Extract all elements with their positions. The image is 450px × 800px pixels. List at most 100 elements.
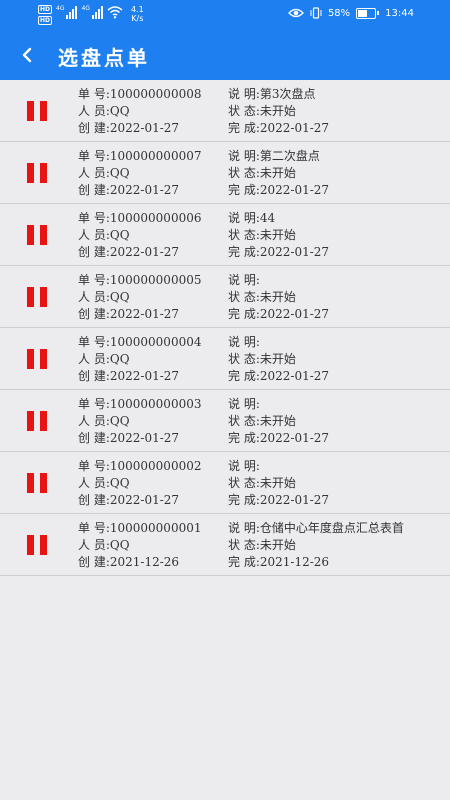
order-completed-value: 2022-01-27 bbox=[259, 431, 330, 445]
order-status-value: 未开始 bbox=[259, 352, 296, 366]
order-created: 创 建:2022-01-27 bbox=[78, 307, 179, 322]
battery-icon bbox=[356, 7, 380, 19]
order-completed: 完 成:2022-01-27 bbox=[228, 183, 329, 198]
order-person: 人 员:QQ bbox=[78, 538, 130, 553]
order-person-label: 人 员: bbox=[78, 352, 110, 366]
order-created-value: 2021-12-26 bbox=[109, 555, 180, 569]
order-status-value: 未开始 bbox=[259, 290, 296, 304]
order-status-label: 状 态: bbox=[228, 290, 260, 304]
order-completed-value: 2021-12-26 bbox=[259, 555, 330, 569]
chevron-left-icon[interactable] bbox=[16, 43, 40, 67]
order-person: 人 员:QQ bbox=[78, 166, 130, 181]
order-created: 创 建:2022-01-27 bbox=[78, 121, 179, 136]
order-status-label: 状 态: bbox=[228, 352, 260, 366]
order-number: 单 号:100000000003 bbox=[78, 397, 201, 412]
order-completed: 完 成:2022-01-27 bbox=[228, 493, 329, 508]
order-status-label: 状 态: bbox=[228, 104, 260, 118]
order-status-value: 未开始 bbox=[259, 104, 296, 118]
order-completed-value: 2022-01-27 bbox=[259, 307, 330, 321]
order-status-value: 未开始 bbox=[259, 538, 296, 552]
order-completed-label: 完 成: bbox=[228, 369, 260, 383]
order-completed-value: 2022-01-27 bbox=[259, 245, 330, 259]
order-person-label: 人 员: bbox=[78, 538, 110, 552]
order-completed-label: 完 成: bbox=[228, 431, 260, 445]
order-status-label: 状 态: bbox=[228, 228, 260, 242]
network-speed: 4.1 K/s bbox=[131, 5, 144, 23]
order-completed-value: 2022-01-27 bbox=[259, 121, 330, 135]
order-description-label: 说 明: bbox=[228, 521, 260, 535]
order-number-value: 100000000006 bbox=[109, 211, 202, 225]
order-created-label: 创 建: bbox=[78, 183, 110, 197]
order-description-label: 说 明: bbox=[228, 335, 260, 349]
order-row[interactable]: 单 号:100000000006 人 员:QQ 创 建:2022-01-27 说 明:… bbox=[0, 204, 450, 266]
order-status-label: 状 态: bbox=[228, 166, 260, 180]
order-row[interactable]: 单 号:100000000002 人 员:QQ 创 建:2022-01-27 说 明:… bbox=[0, 452, 450, 514]
order-completed: 完 成:2022-01-27 bbox=[228, 431, 329, 446]
order-description: 说 明: bbox=[228, 335, 260, 350]
order-created-value: 2022-01-27 bbox=[109, 431, 180, 445]
vibrate-icon bbox=[310, 7, 322, 19]
order-number: 单 号:100000000001 bbox=[78, 521, 201, 536]
order-number-value: 100000000007 bbox=[109, 149, 202, 163]
order-status: 状 态:未开始 bbox=[228, 104, 296, 119]
order-row[interactable]: 单 号:100000000008 人 员:QQ 创 建:2022-01-27 说 明:… bbox=[0, 80, 450, 142]
order-description: 说 明:44 bbox=[228, 211, 275, 226]
order-description: 说 明: bbox=[228, 459, 260, 474]
status-bar-left: HD HD 4G 4G 4.1 K/s bbox=[38, 5, 144, 25]
hd-badge-bottom: HD bbox=[38, 16, 53, 25]
order-completed-label: 完 成: bbox=[228, 307, 260, 321]
order-row[interactable]: 单 号:100000000007 人 员:QQ 创 建:2022-01-27 说 明:… bbox=[0, 142, 450, 204]
order-status: 状 态:未开始 bbox=[228, 476, 296, 491]
order-person-label: 人 员: bbox=[78, 414, 110, 428]
order-created: 创 建:2022-01-27 bbox=[78, 431, 179, 446]
order-created: 创 建:2022-01-27 bbox=[78, 369, 179, 384]
order-created-label: 创 建: bbox=[78, 369, 110, 383]
order-number-value: 100000000005 bbox=[109, 273, 202, 287]
order-number-value: 100000000002 bbox=[109, 459, 202, 473]
order-person: 人 员:QQ bbox=[78, 414, 130, 429]
pause-icon bbox=[27, 411, 47, 431]
order-person-value: QQ bbox=[109, 166, 130, 180]
order-person: 人 员:QQ bbox=[78, 228, 130, 243]
order-number-label: 单 号: bbox=[78, 335, 110, 349]
order-description-label: 说 明: bbox=[228, 397, 260, 411]
order-row[interactable]: 单 号:100000000004 人 员:QQ 创 建:2022-01-27 说 明:… bbox=[0, 328, 450, 390]
order-status: 状 态:未开始 bbox=[228, 538, 296, 553]
signal-1-icon: 4G bbox=[56, 5, 78, 19]
wifi-icon bbox=[107, 6, 123, 19]
order-completed: 完 成:2022-01-27 bbox=[228, 245, 329, 260]
order-created-value: 2022-01-27 bbox=[109, 183, 180, 197]
order-row[interactable]: 单 号:100000000005 人 员:QQ 创 建:2022-01-27 说 明:… bbox=[0, 266, 450, 328]
order-person-value: QQ bbox=[109, 228, 130, 242]
order-row[interactable]: 单 号:100000000001 人 员:QQ 创 建:2021-12-26 说 明:… bbox=[0, 514, 450, 576]
pause-icon bbox=[27, 535, 47, 555]
order-description-value: 第3次盘点 bbox=[259, 87, 316, 101]
order-description: 说 明:第二次盘点 bbox=[228, 149, 320, 164]
order-row[interactable]: 单 号:100000000003 人 员:QQ 创 建:2022-01-27 说 明:… bbox=[0, 390, 450, 452]
signal-2-icon: 4G bbox=[81, 5, 103, 19]
pause-icon bbox=[27, 349, 47, 369]
order-number-value: 100000000008 bbox=[109, 87, 202, 101]
order-number: 单 号:100000000007 bbox=[78, 149, 201, 164]
order-created-label: 创 建: bbox=[78, 307, 110, 321]
order-status: 状 态:未开始 bbox=[228, 166, 296, 181]
order-description: 说 明:仓储中心年度盘点汇总表首 bbox=[228, 521, 404, 536]
order-status-value: 未开始 bbox=[259, 476, 296, 490]
order-number: 单 号:100000000004 bbox=[78, 335, 201, 350]
order-completed-label: 完 成: bbox=[228, 555, 260, 569]
order-description-value: 第二次盘点 bbox=[259, 149, 320, 163]
order-number-value: 100000000004 bbox=[109, 335, 202, 349]
order-created-label: 创 建: bbox=[78, 245, 110, 259]
order-completed: 完 成:2022-01-27 bbox=[228, 369, 329, 384]
pause-icon bbox=[27, 473, 47, 493]
order-person-value: QQ bbox=[109, 352, 130, 366]
order-completed-value: 2022-01-27 bbox=[259, 369, 330, 383]
order-number-label: 单 号: bbox=[78, 397, 110, 411]
order-description: 说 明: bbox=[228, 397, 260, 412]
order-created: 创 建:2021-12-26 bbox=[78, 555, 179, 570]
order-person-value: QQ bbox=[109, 538, 130, 552]
order-status: 状 态:未开始 bbox=[228, 228, 296, 243]
order-description-label: 说 明: bbox=[228, 149, 260, 163]
pause-icon bbox=[27, 287, 47, 307]
order-person-label: 人 员: bbox=[78, 166, 110, 180]
